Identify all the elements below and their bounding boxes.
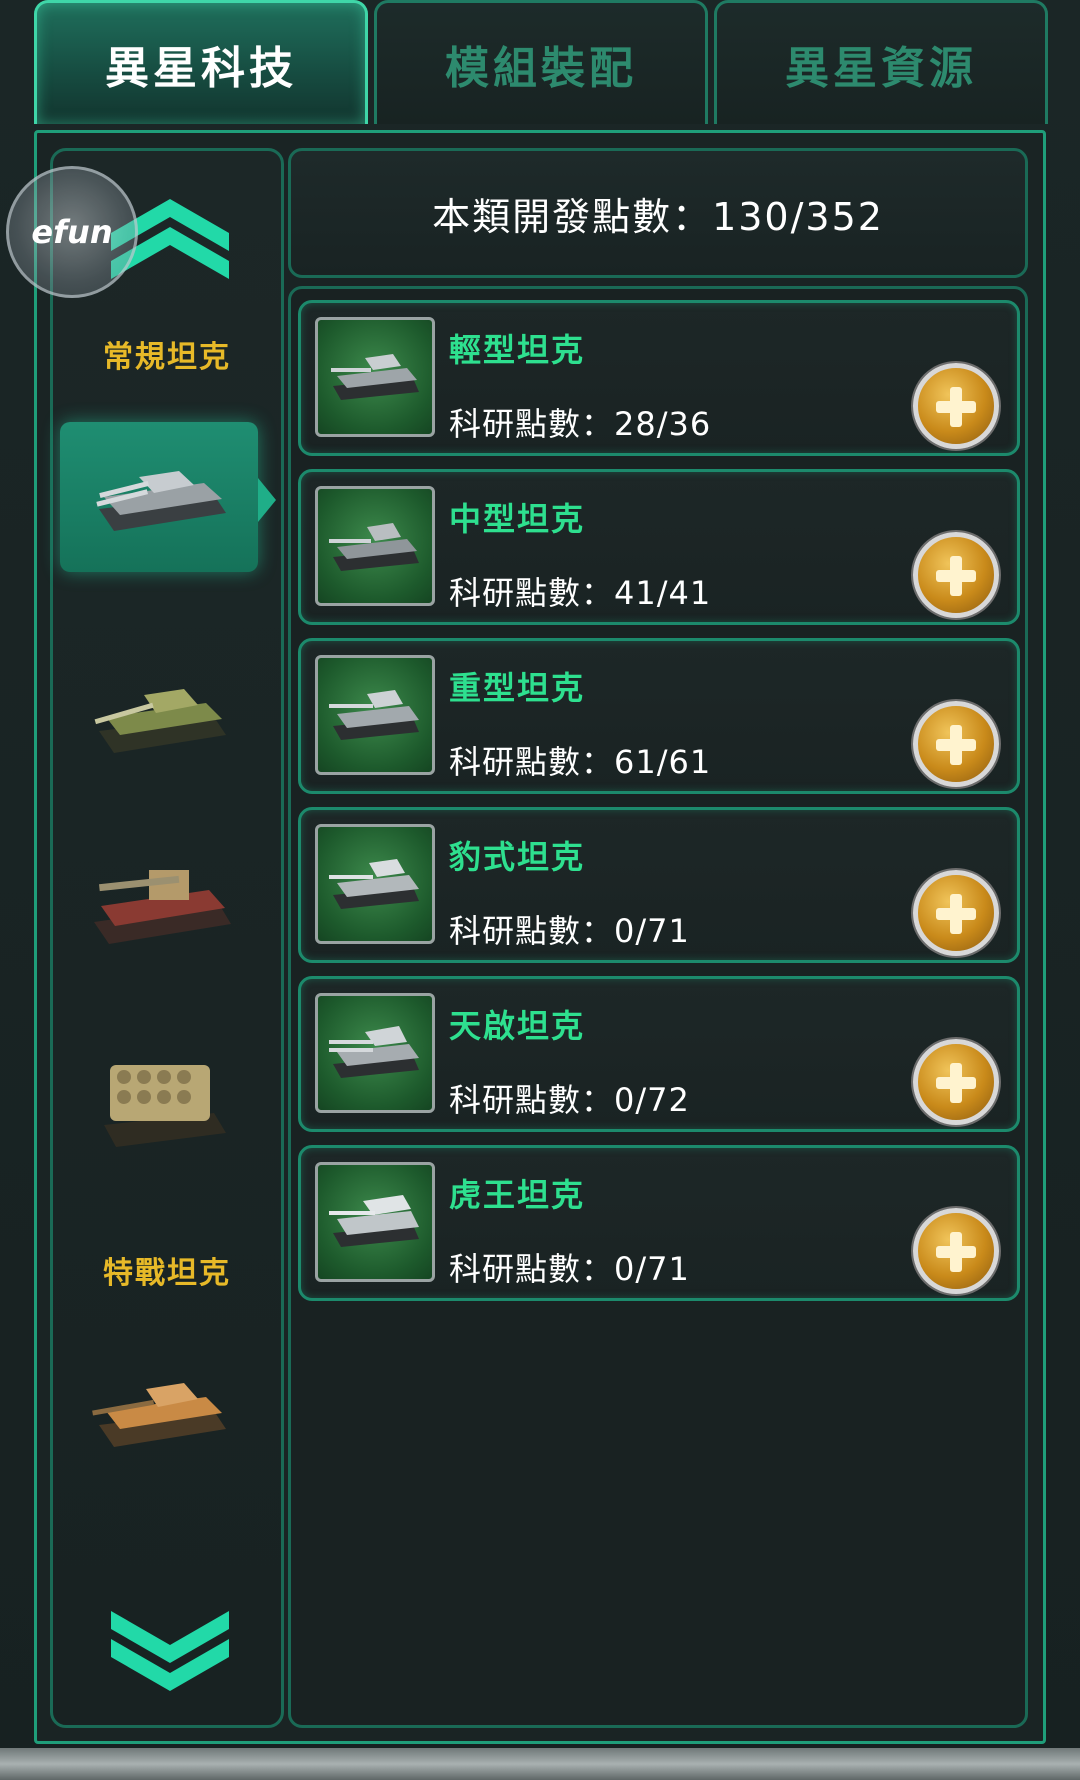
tank-icon: [329, 1195, 419, 1247]
efun-floating-button[interactable]: efun: [6, 166, 138, 298]
tab-alien-tech[interactable]: 異星科技: [34, 0, 368, 124]
tank-icon: [329, 523, 419, 571]
tank-icon: [96, 471, 226, 531]
category-label-special-tank: 特戰坦克: [103, 1256, 231, 1291]
tank-name: 中型坦克: [449, 500, 586, 538]
add-points-button[interactable]: [913, 1039, 999, 1125]
add-points-button[interactable]: [913, 870, 999, 956]
research-points: 科研點數：0/72: [449, 1081, 690, 1119]
research-points: 科研點數：41/41: [449, 574, 712, 612]
tank-icon: [104, 1065, 226, 1147]
tab-module-assembly[interactable]: 模組裝配: [374, 0, 708, 124]
add-points-button[interactable]: [913, 532, 999, 618]
tank-icon: [92, 1383, 226, 1447]
category-item-regular-tank[interactable]: [60, 422, 258, 572]
tank-thumbnail: [315, 1162, 435, 1282]
category-item-artillery-tank[interactable]: [60, 826, 258, 976]
frame-bottom-edge: [0, 1748, 1080, 1780]
research-points: 科研點數：61/61: [449, 743, 712, 781]
research-points: 科研點數：0/71: [449, 1250, 690, 1288]
category-item-rocket-tank[interactable]: [60, 1026, 258, 1176]
tank-icon: [329, 1026, 419, 1078]
add-points-button[interactable]: [913, 1208, 999, 1294]
tank-thumbnail: [315, 824, 435, 944]
scroll-down-chevron-icon[interactable]: [53, 1611, 287, 1701]
tank-thumbnail: [315, 317, 435, 437]
research-points: 科研點數：28/36: [449, 405, 712, 443]
tank-name: 豹式坦克: [449, 838, 586, 876]
tank-row: 中型坦克 科研點數：41/41: [298, 469, 1020, 625]
tank-thumbnail: [315, 486, 435, 606]
tank-icon: [329, 690, 419, 740]
tank-name: 天啟坦克: [449, 1007, 586, 1045]
dev-points-header: 本類開發點數：130/352: [288, 148, 1028, 278]
add-points-button[interactable]: [913, 701, 999, 787]
tank-row: 重型坦克 科研點數：61/61: [298, 638, 1020, 794]
add-points-button[interactable]: [913, 363, 999, 449]
tank-row: 輕型坦克 科研點數：28/36: [298, 300, 1020, 456]
tank-name: 重型坦克: [449, 669, 586, 707]
tank-name: 虎王坦克: [449, 1176, 586, 1214]
tank-icon: [94, 870, 231, 944]
category-item-special-tank[interactable]: [60, 1336, 258, 1486]
tank-row: 豹式坦克 科研點數：0/71: [298, 807, 1020, 963]
selection-pointer: [258, 478, 276, 522]
tank-thumbnail: [315, 655, 435, 775]
category-label-regular-tank: 常規坦克: [103, 340, 231, 375]
dev-points-text: 本類開發點數：130/352: [432, 194, 884, 239]
tank-icon: [329, 859, 419, 909]
tab-alien-resources[interactable]: 異星資源: [714, 0, 1048, 124]
tank-icon: [94, 689, 226, 753]
tank-row: 虎王坦克 科研點數：0/71: [298, 1145, 1020, 1301]
tank-row: 天啟坦克 科研點數：0/72: [298, 976, 1020, 1132]
research-points: 科研點數：0/71: [449, 912, 690, 950]
tank-thumbnail: [315, 993, 435, 1113]
category-item-camo-tank[interactable]: [60, 640, 258, 790]
tank-icon: [331, 354, 419, 400]
tank-name: 輕型坦克: [449, 331, 586, 369]
